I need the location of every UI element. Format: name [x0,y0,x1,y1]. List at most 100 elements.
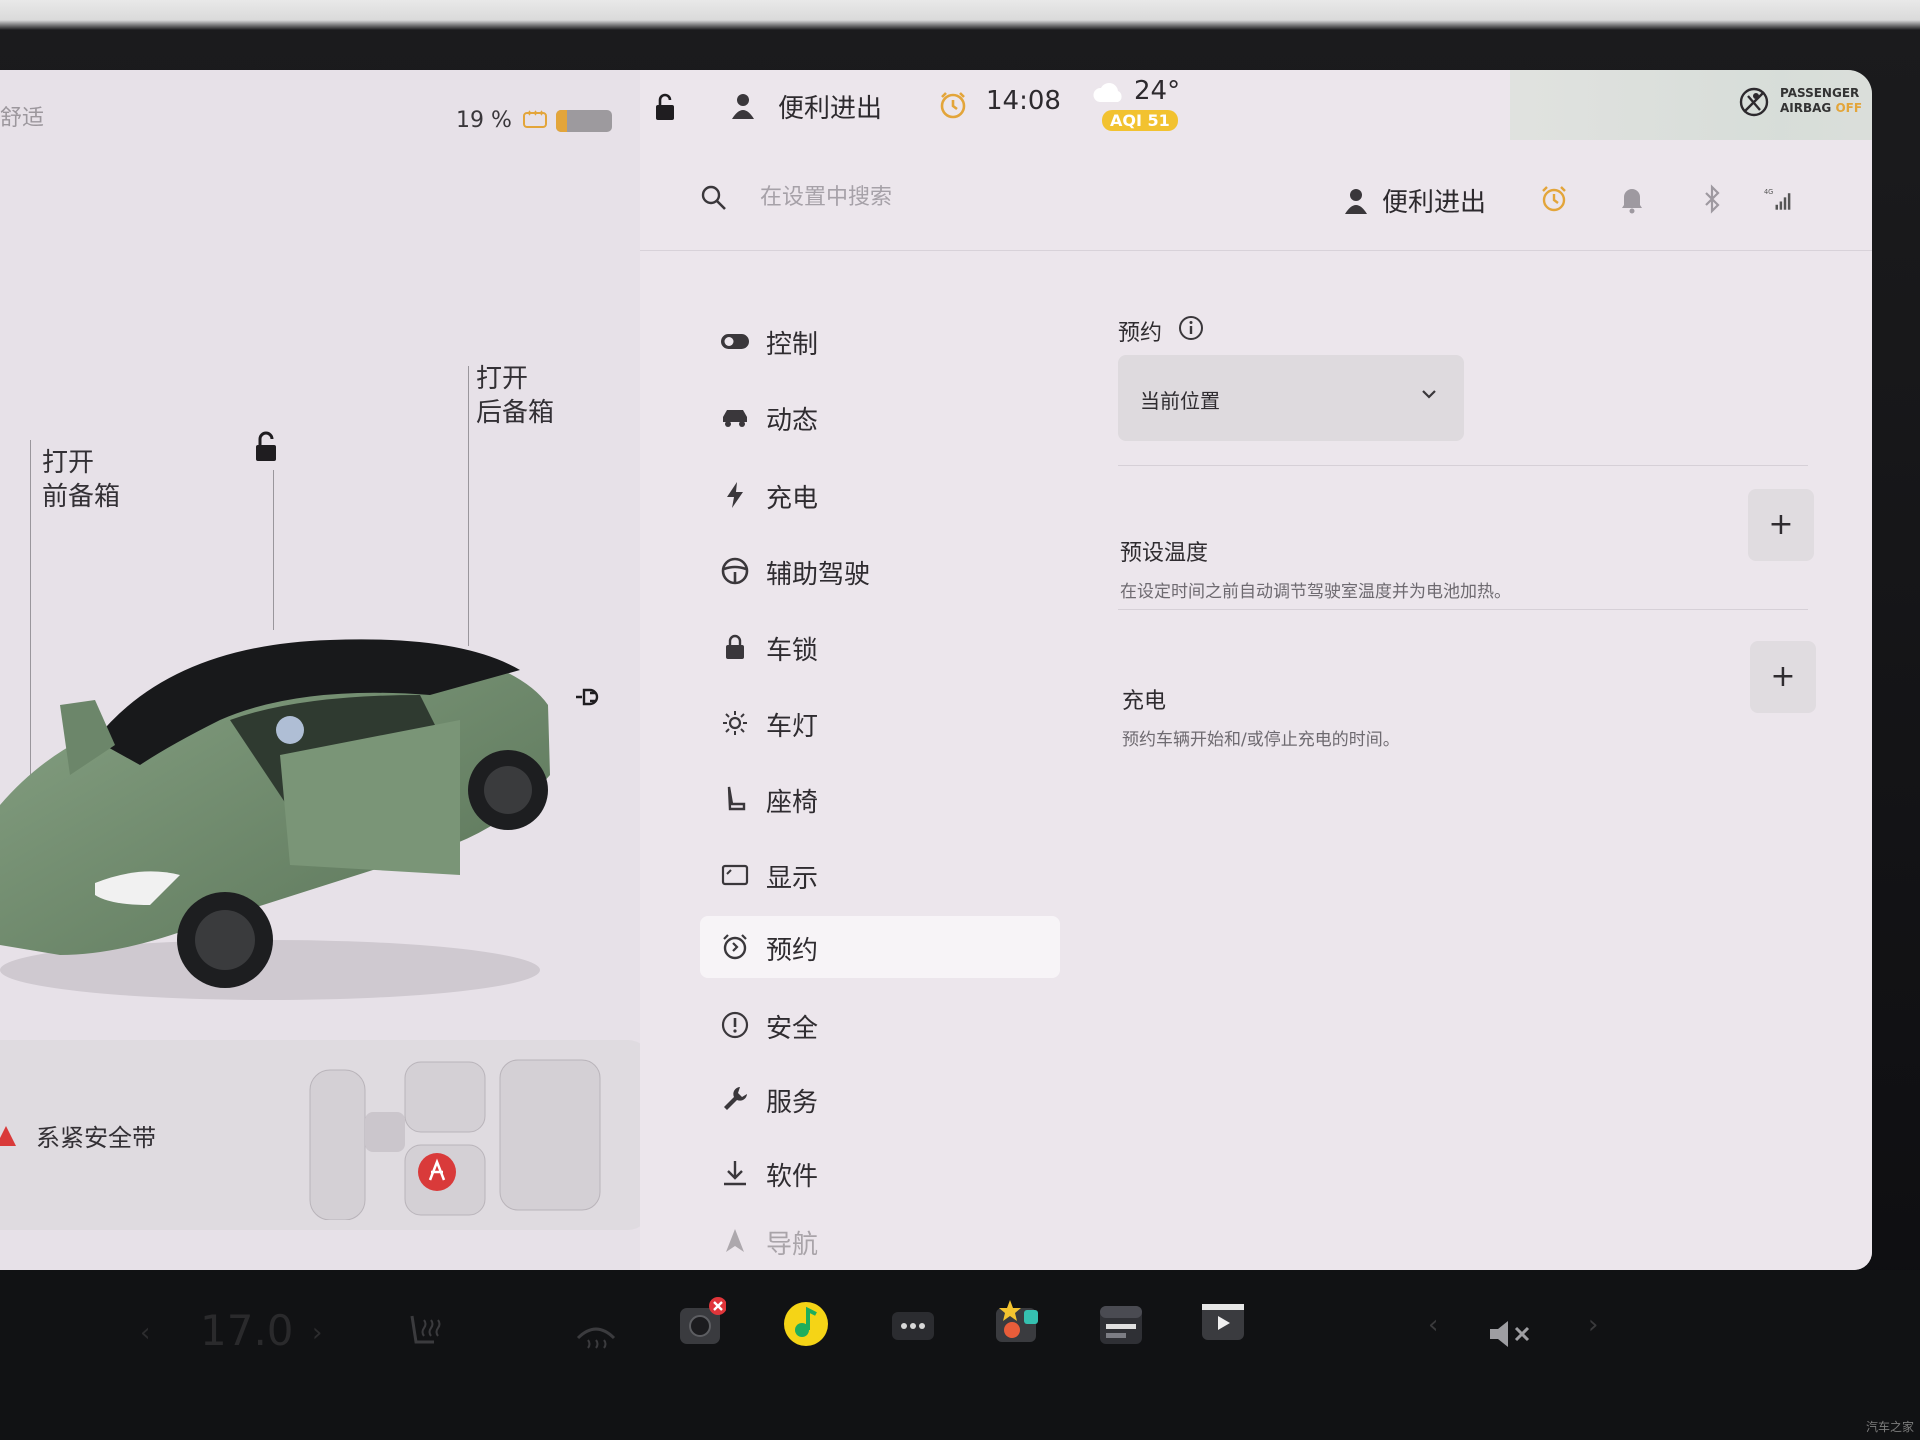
nav-label: 座椅 [766,788,819,818]
frunk-label-name: 前备箱 [42,482,121,512]
steering-wheel-icon [721,557,749,585]
outside-temperature: 24° [1134,76,1181,106]
light-icon [723,711,747,735]
battery-bar [556,110,612,132]
music-app-icon[interactable] [782,1300,830,1348]
settings-header: 便利进出 4G [640,140,1872,251]
left-status-bar: 舒适 19 % [0,90,640,150]
nav-label: 导航 [766,1230,819,1260]
unlock-guide-line [273,470,274,630]
divider [1118,465,1808,466]
nav-item-service[interactable]: 服务 [700,1068,1060,1130]
volume-muted-icon[interactable] [1488,1318,1538,1350]
seat-occupancy-map [309,1059,601,1220]
theater-app-icon[interactable] [1200,1296,1246,1342]
car-3d-model [0,639,550,1000]
nav-label: 安全 [766,1014,819,1044]
drive-mode-label[interactable]: 舒适 [0,100,44,132]
location-dropdown[interactable]: 当前位置 [1118,355,1464,441]
navigation-icon [726,1229,744,1252]
alarm-clock-icon[interactable] [1540,184,1568,214]
divider [1118,609,1808,610]
nav-item-schedule[interactable]: 预约 [700,916,1060,978]
bluetooth-icon[interactable] [1698,184,1726,214]
vehicle-panel: 舒适 19 % 打开 前备箱 打开 后备箱 系紧安全带 [0,70,650,1270]
nav-item-navigation[interactable]: 导航 [700,1210,1060,1270]
nav-item-software[interactable]: 软件 [700,1142,1060,1204]
search-icon [701,185,726,210]
chevron-left-icon[interactable]: ‹ [140,1318,150,1348]
lightning-icon [727,482,743,508]
unlock-icon[interactable] [250,430,282,464]
cloud-icon [1093,83,1122,102]
nav-item-safety[interactable]: 安全 [700,994,1060,1056]
row-description: 在设定时间之前自动调节驾驶室温度并为电池加热。 [1120,582,1511,602]
driver-profile-name[interactable]: 便利进出 [778,88,882,125]
nav-item-display[interactable]: 显示 [700,844,1060,906]
trunk-button[interactable]: 打开 后备箱 [476,362,554,430]
clock-time: 14:08 [986,86,1061,116]
airbag-line-1: PASSENGER [1780,86,1860,100]
info-icon[interactable] [1178,315,1204,341]
nav-item-autopilot[interactable]: 辅助驾驶 [700,540,1060,602]
seat-icon [727,786,746,811]
nav-item-charging[interactable]: 充电 [700,464,1060,526]
bottom-dock: ‹ 17.0 › ‹ › 汽车之家 [0,1270,1920,1440]
cabin-temperature[interactable]: 17.0 [200,1306,294,1355]
add-precondition-button[interactable]: + [1748,489,1814,561]
touchscreen: 舒适 19 % 打开 前备箱 打开 后备箱 系紧安全带 便利进出 14:08 2… [0,70,1872,1270]
row-description: 预约车辆开始和/或停止充电的时间。 [1122,730,1400,750]
settings-panel: 便利进出 4G 控制 动态 [640,140,1872,1270]
volume-down-icon[interactable]: ‹ [1428,1310,1438,1340]
camera-app-icon[interactable] [678,1296,726,1348]
nav-item-locks[interactable]: 车锁 [700,616,1060,678]
battery-heating-icon [523,110,547,128]
chevron-down-icon [1422,390,1436,399]
car-icon [723,410,747,427]
wrench-icon [724,1087,747,1110]
nav-item-dynamics[interactable]: 动态 [700,386,1060,448]
frunk-label-open: 打开 [42,448,95,478]
lock-icon [726,634,744,659]
add-charge-schedule-button[interactable]: + [1750,641,1816,713]
toybox-app-icon[interactable] [994,1296,1042,1344]
nav-item-lights[interactable]: 车灯 [700,692,1060,754]
header-profile-name[interactable]: 便利进出 [1382,182,1486,219]
battery-percent: 19 % [456,108,512,133]
aqi-badge: AQI 51 [1102,110,1178,131]
alarm-clock-icon [723,934,747,960]
bell-icon[interactable] [1618,184,1646,214]
section-title: 预约 [1118,321,1163,346]
seatbelt-card: 系紧安全带 [0,1040,650,1230]
alert-circle-icon [721,1011,749,1039]
download-icon [724,1161,746,1186]
more-apps-icon[interactable] [892,1312,934,1340]
user-icon[interactable] [730,92,756,120]
location-value: 当前位置 [1140,389,1220,413]
trunk-label-open: 打开 [476,364,529,394]
chevron-right-icon[interactable]: › [312,1318,322,1348]
nav-label: 软件 [766,1162,819,1192]
airbag-line-2: AIRBAG [1780,101,1832,115]
settings-search-input[interactable] [758,178,1182,216]
row-title: 充电 [1122,689,1167,714]
volume-up-icon[interactable]: › [1588,1310,1598,1340]
airbag-state: OFF [1835,101,1863,115]
nav-item-controls[interactable]: 控制 [700,310,1060,372]
nav-label: 服务 [766,1088,819,1118]
frunk-button[interactable]: 打开 前备箱 [42,446,120,514]
calendar-app-icon[interactable] [1098,1304,1144,1346]
rear-defrost-icon[interactable] [574,1316,618,1356]
nav-label: 辅助驾驶 [766,560,871,590]
nav-item-seats[interactable]: 座椅 [700,768,1060,830]
nav-label: 预约 [766,936,819,966]
alarm-clock-icon[interactable] [938,90,968,120]
passenger-airbag-status: PASSENGER AIRBAG OFF [1780,86,1862,116]
seat-heater-icon[interactable] [404,1310,444,1354]
nav-label: 动态 [766,406,819,436]
user-icon[interactable] [1344,188,1368,214]
watermark: 汽车之家 [1866,1420,1915,1434]
seatbelt-warning-text: 系紧安全带 [36,1124,156,1152]
unlock-icon[interactable] [652,92,680,122]
charge-port-icon[interactable] [572,682,602,712]
